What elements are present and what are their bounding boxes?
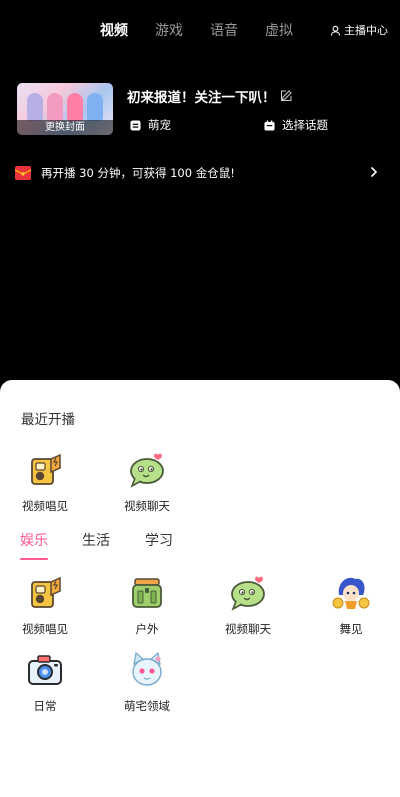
promo-banner[interactable]: 再开播 30 分钟，可获得 100 金仓鼠!: [14, 163, 386, 183]
outdoor-backpack-icon: [132, 578, 162, 608]
user-icon: [330, 25, 341, 36]
recent-item-video-chat[interactable]: 视频聊天: [112, 450, 182, 514]
tab-virtual[interactable]: 虚拟: [265, 20, 293, 40]
category-label: 萌宠: [148, 118, 171, 132]
recent-item-video-singing[interactable]: 视频唱见: [10, 450, 80, 514]
tab-game[interactable]: 游戏: [155, 20, 183, 40]
recent-section-title: 最近开播: [21, 412, 75, 428]
stream-title-text: 初来报道！关注一下叭！: [127, 90, 276, 106]
otaku-cat-icon: [132, 651, 162, 686]
category-item-daily[interactable]: 日常: [10, 650, 80, 714]
category-item-video-singing[interactable]: 视频唱见: [10, 573, 80, 637]
category-item-dance[interactable]: 舞见: [316, 573, 386, 637]
change-cover-button[interactable]: 更换封面: [17, 120, 113, 135]
tab-video[interactable]: 视频: [100, 20, 128, 40]
category-item-video-chat[interactable]: 视频聊天: [213, 573, 283, 637]
category-item-label: 视频聊天: [225, 622, 271, 636]
category-item-label: 日常: [33, 699, 57, 713]
anchor-center-label: 主播中心: [344, 24, 388, 37]
dance-icon: [332, 577, 370, 609]
chevron-right-icon: [370, 166, 378, 178]
cover-figure: [67, 93, 83, 121]
active-tab-indicator: [20, 558, 48, 560]
category-tab-entertainment[interactable]: 娱乐: [20, 530, 48, 550]
cover-figure: [87, 93, 103, 121]
video-chat-icon: [130, 453, 164, 488]
live-type-tabs: 视频 游戏 语音 虚拟 主播中心: [0, 20, 400, 42]
category-tab-life[interactable]: 生活: [82, 530, 110, 550]
anchor-center-button[interactable]: 主播中心: [330, 22, 388, 38]
category-item-outdoor[interactable]: 户外: [112, 573, 182, 637]
category-item-otaku[interactable]: 萌宅领域: [112, 650, 182, 714]
category-item-label: 视频唱见: [22, 622, 68, 636]
topic-icon: [264, 119, 275, 131]
recent-item-label: 视频唱见: [22, 499, 68, 513]
red-envelope-icon: [14, 166, 32, 180]
video-chat-icon: [231, 576, 265, 611]
cover-figure: [27, 93, 43, 121]
category-sheet: 最近开播 视频唱见 视频聊天 娱乐 生活 学习 视频唱见 户外 视频聊天 舞见 …: [0, 380, 400, 797]
recent-item-label: 视频聊天: [124, 499, 170, 513]
cover-figure: [47, 93, 63, 121]
video-singing-icon: [31, 453, 61, 485]
category-item-label: 户外: [135, 622, 159, 636]
category-selector[interactable]: 萌宠: [130, 117, 171, 133]
topic-selector[interactable]: 选择话题: [264, 117, 328, 133]
video-singing-icon: [31, 576, 61, 608]
topic-label: 选择话题: [282, 118, 328, 132]
stream-title[interactable]: 初来报道！关注一下叭！: [127, 86, 292, 106]
category-tabs: 娱乐 生活 学习: [0, 530, 400, 560]
category-icon: [130, 119, 141, 131]
edit-icon[interactable]: [280, 90, 292, 102]
cover-image[interactable]: 更换封面: [17, 83, 113, 135]
category-tab-study[interactable]: 学习: [145, 530, 173, 550]
category-item-label: 萌宅领域: [124, 699, 170, 713]
promo-text: 再开播 30 分钟，可获得 100 金仓鼠!: [41, 166, 235, 180]
camera-icon: [28, 655, 62, 685]
category-item-label: 舞见: [339, 622, 363, 636]
tab-voice[interactable]: 语音: [210, 20, 238, 40]
